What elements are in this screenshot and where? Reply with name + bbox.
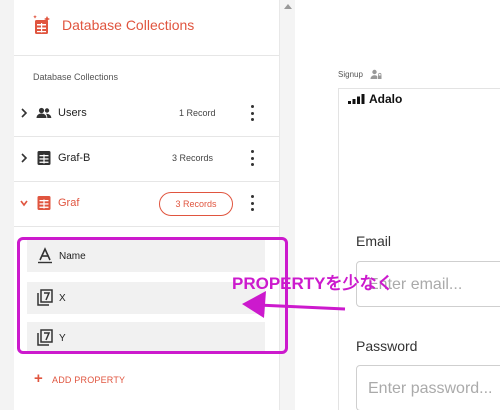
status-bar-carrier: Adalo	[369, 92, 403, 106]
screen-name-label[interactable]: Signup	[338, 70, 363, 79]
left-edge-strip	[0, 0, 14, 410]
add-property-label: ADD PROPERTY	[52, 375, 126, 385]
collection-row-graf[interactable]: Graf 3 Records	[14, 189, 279, 219]
record-count: 3 Records	[172, 153, 214, 163]
divider	[14, 226, 279, 227]
divider	[14, 55, 279, 56]
plus-icon: +	[34, 370, 43, 387]
scroll-up-arrow-icon[interactable]	[284, 4, 292, 9]
collection-label: Graf-B	[58, 152, 91, 164]
divider	[14, 181, 279, 182]
collection-row-users[interactable]: Users 1 Record	[14, 99, 279, 129]
chevron-right-icon[interactable]	[19, 107, 29, 119]
signal-strength-icon	[348, 94, 365, 104]
password-label: Password	[356, 338, 418, 354]
chevron-right-icon[interactable]	[19, 152, 29, 164]
table-icon	[37, 151, 51, 165]
password-placeholder: Enter password...	[368, 380, 493, 397]
annotation-highlight-box	[17, 237, 288, 354]
more-options-icon[interactable]	[247, 103, 257, 123]
annotation-text: PROPERTYを少なく	[232, 274, 394, 293]
app-root: Database Collections Database Collection…	[0, 0, 500, 410]
more-options-icon[interactable]	[247, 148, 257, 168]
database-collections-icon	[33, 15, 50, 34]
record-count: 1 Record	[179, 108, 216, 118]
builder-canvas: Signup Adalo Email Enter email... Passwo…	[296, 0, 500, 410]
panel-title: Database Collections	[62, 17, 195, 33]
collection-label: Graf	[58, 197, 80, 209]
divider	[14, 136, 279, 137]
phone-screen-preview[interactable]: Adalo Email Enter email... Password Ente…	[338, 88, 500, 410]
record-count-badge[interactable]: 3 Records	[159, 192, 233, 216]
email-label: Email	[356, 233, 392, 249]
chevron-down-icon[interactable]	[19, 197, 29, 209]
user-lock-icon	[370, 69, 382, 79]
more-options-icon[interactable]	[247, 193, 257, 213]
users-icon	[36, 107, 52, 118]
section-label: Database Collections	[33, 72, 119, 82]
collection-row-graf-b[interactable]: Graf-B 3 Records	[14, 144, 279, 174]
password-field[interactable]: Enter password...	[356, 365, 500, 410]
table-icon	[37, 196, 51, 210]
collection-label: Users	[58, 107, 87, 119]
